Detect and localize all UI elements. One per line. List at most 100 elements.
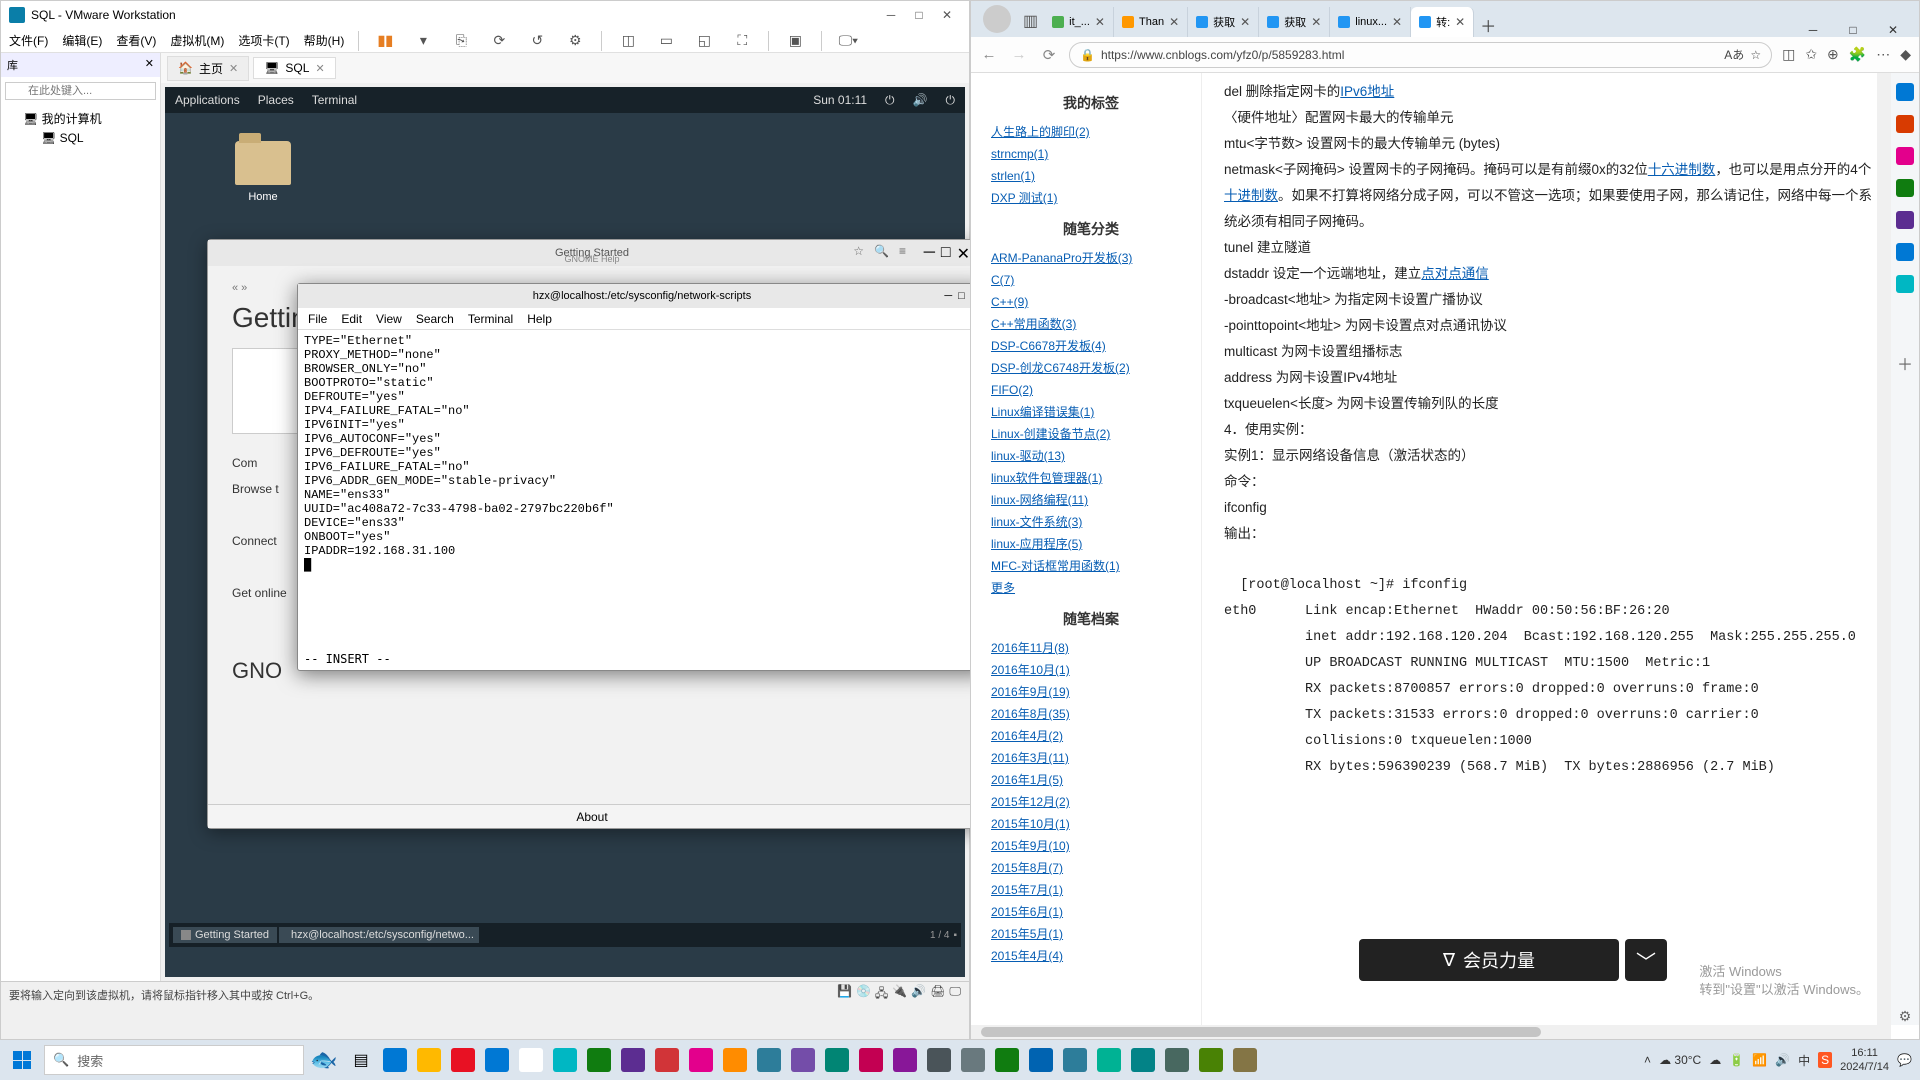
menu-file[interactable]: 文件(F) xyxy=(9,32,48,49)
archive-link[interactable]: 2016年9月(19) xyxy=(991,681,1191,703)
archive-link[interactable]: 2016年8月(35) xyxy=(991,703,1191,725)
devices-button[interactable]: 🖵▾ xyxy=(836,29,860,53)
taskbar-app-icon[interactable] xyxy=(1025,1044,1057,1076)
category-link[interactable]: MFC-对话框常用函数(1) xyxy=(991,555,1191,577)
address-bar[interactable]: 🔒 https://www.cnblogs.com/yfz0/p/5859283… xyxy=(1069,42,1772,68)
archive-link[interactable]: 2016年3月(11) xyxy=(991,747,1191,769)
split-icon[interactable]: ◫ xyxy=(1782,46,1795,63)
taskbar-app-icon[interactable] xyxy=(1093,1044,1125,1076)
volume-icon[interactable]: 🔊 xyxy=(913,93,928,107)
edge-maximize-button[interactable]: □ xyxy=(1833,23,1873,37)
browser-tab[interactable]: 获取✕ xyxy=(1188,7,1259,37)
desktop-home-folder[interactable]: Home xyxy=(235,141,291,203)
star-icon[interactable]: ☆ xyxy=(1750,48,1761,62)
office-side-icon[interactable] xyxy=(1896,211,1914,229)
category-link[interactable]: FIFO(2) xyxy=(991,379,1191,401)
browser-tab[interactable]: linux...✕ xyxy=(1330,7,1411,37)
drop-side-icon[interactable] xyxy=(1896,275,1914,293)
more-icon[interactable]: ⋯ xyxy=(1876,46,1890,63)
reader-icon[interactable]: Aあ xyxy=(1724,46,1744,63)
archive-link[interactable]: 2016年4月(2) xyxy=(991,725,1191,747)
tab-sidebar-icon[interactable]: ▥ xyxy=(1017,5,1044,37)
help-max-button[interactable]: □ xyxy=(941,244,951,264)
tab-close-icon[interactable]: ✕ xyxy=(1392,15,1402,29)
device-sound-icon[interactable]: 🔊 xyxy=(911,984,926,1005)
outlook-side-icon[interactable] xyxy=(1896,243,1914,261)
favorites-icon[interactable]: ✩ xyxy=(1805,46,1817,63)
gnome-apps[interactable]: Applications xyxy=(175,93,240,107)
term-menu-search[interactable]: Search xyxy=(416,312,454,326)
tab-sql[interactable]: 🖥 SQL ✕ xyxy=(253,57,335,79)
notifications-icon[interactable]: 💬 xyxy=(1897,1053,1912,1067)
taskbar-app-icon[interactable] xyxy=(413,1044,445,1076)
games-side-icon[interactable] xyxy=(1896,179,1914,197)
tab-close-icon[interactable]: ✕ xyxy=(1095,15,1105,29)
term-max-button[interactable]: □ xyxy=(958,290,965,303)
vmware-titlebar[interactable]: SQL - VMware Workstation ─ □ ✕ xyxy=(1,1,969,29)
taskbar-app-icon[interactable] xyxy=(549,1044,581,1076)
weather-widget[interactable]: ☁ 30°C xyxy=(1659,1053,1701,1067)
pause-button[interactable]: ▮▮ xyxy=(373,29,397,53)
category-link[interactable]: Linux编译错误集(1) xyxy=(991,401,1191,423)
terminal-body[interactable]: TYPE="Ethernet" PROXY_METHOD="none" BROW… xyxy=(298,330,986,652)
settings-side-icon[interactable]: ⚙ xyxy=(1899,1008,1912,1025)
taskbar-app-icon[interactable] xyxy=(379,1044,411,1076)
tag-link[interactable]: strncmp(1) xyxy=(991,143,1191,165)
taskbar-app-icon[interactable] xyxy=(1059,1044,1091,1076)
forward-button[interactable]: → xyxy=(1009,46,1029,63)
taskbar-clock[interactable]: 16:11 2024/7/14 xyxy=(1840,1046,1889,1074)
vertical-scrollbar[interactable] xyxy=(1877,73,1891,1025)
taskbar-app-icon[interactable] xyxy=(685,1044,717,1076)
tray-onedrive-icon[interactable]: ☁ xyxy=(1709,1053,1721,1067)
task-getting-started[interactable]: Getting Started xyxy=(173,927,277,943)
terminal-window[interactable]: hzx@localhost:/etc/sysconfig/network-scr… xyxy=(297,283,987,671)
help-about-bar[interactable]: About xyxy=(208,804,976,828)
taskbar-app-icon[interactable] xyxy=(447,1044,479,1076)
category-link[interactable]: linux-网络编程(11) xyxy=(991,489,1191,511)
archive-link[interactable]: 2015年12月(2) xyxy=(991,791,1191,813)
device-cd-icon[interactable]: 💿 xyxy=(856,984,871,1005)
tab-home[interactable]: 🏠 主页 ✕ xyxy=(167,56,249,81)
pager-ws1[interactable]: ▪ xyxy=(953,930,957,941)
search-icon[interactable]: 🔍 xyxy=(874,244,889,258)
star-icon[interactable]: ☆ xyxy=(853,244,864,258)
fullscreen-button[interactable]: ⛶ xyxy=(730,29,754,53)
archive-link[interactable]: 2015年6月(1) xyxy=(991,901,1191,923)
library-search-input[interactable] xyxy=(5,82,156,100)
term-menu-help[interactable]: Help xyxy=(527,312,552,326)
snapshot-manager-button[interactable]: ⟳ xyxy=(487,29,511,53)
menu-edit[interactable]: 编辑(E) xyxy=(62,32,102,49)
device-printer-icon[interactable]: 🖨 xyxy=(930,984,945,1005)
taskbar-app-icon[interactable] xyxy=(481,1044,513,1076)
help-min-button[interactable]: ─ xyxy=(924,244,935,264)
tools-side-icon[interactable] xyxy=(1896,147,1914,165)
tree-my-computer[interactable]: 🖥 我的计算机 xyxy=(5,108,156,129)
menu-vm[interactable]: 虚拟机(M) xyxy=(170,32,224,49)
tag-link[interactable]: strlen(1) xyxy=(991,165,1191,187)
category-link[interactable]: Linux-创建设备节点(2) xyxy=(991,423,1191,445)
taskbar-app-icon[interactable] xyxy=(719,1044,751,1076)
taskbar-app-icon[interactable] xyxy=(889,1044,921,1076)
category-link[interactable]: C++(9) xyxy=(991,291,1191,313)
extensions-icon[interactable]: 🧩 xyxy=(1849,46,1866,63)
taskbar-app-icon[interactable] xyxy=(617,1044,649,1076)
tab-close-icon[interactable]: ✕ xyxy=(1240,15,1250,29)
minimize-button[interactable]: ─ xyxy=(877,8,905,22)
collections-icon[interactable]: ⊕ xyxy=(1827,46,1839,63)
tab-close-icon[interactable]: ✕ xyxy=(229,62,238,75)
tab-close-icon[interactable]: ✕ xyxy=(1311,15,1321,29)
tag-link[interactable]: 人生路上的脚印(2) xyxy=(991,121,1191,143)
copilot-icon[interactable]: ◆ xyxy=(1900,46,1911,63)
term-menu-terminal[interactable]: Terminal xyxy=(468,312,513,326)
category-link[interactable]: ARM-PananaPro开发板(3) xyxy=(991,247,1191,269)
refresh-button[interactable]: ⟳ xyxy=(1039,46,1059,64)
archive-link[interactable]: 2015年9月(10) xyxy=(991,835,1191,857)
edge-minimize-button[interactable]: ─ xyxy=(1793,23,1833,37)
browser-tab[interactable]: 转:✕ xyxy=(1411,7,1474,37)
taskbar-app-icon[interactable] xyxy=(1161,1044,1193,1076)
revert-button[interactable]: ↺ xyxy=(525,29,549,53)
taskbar-app-icon[interactable] xyxy=(991,1044,1023,1076)
device-usb-icon[interactable]: 🔌 xyxy=(892,984,907,1005)
new-tab-button[interactable]: ＋ xyxy=(1474,13,1502,37)
gnome-clock[interactable]: Sun 01:11 xyxy=(813,93,867,107)
